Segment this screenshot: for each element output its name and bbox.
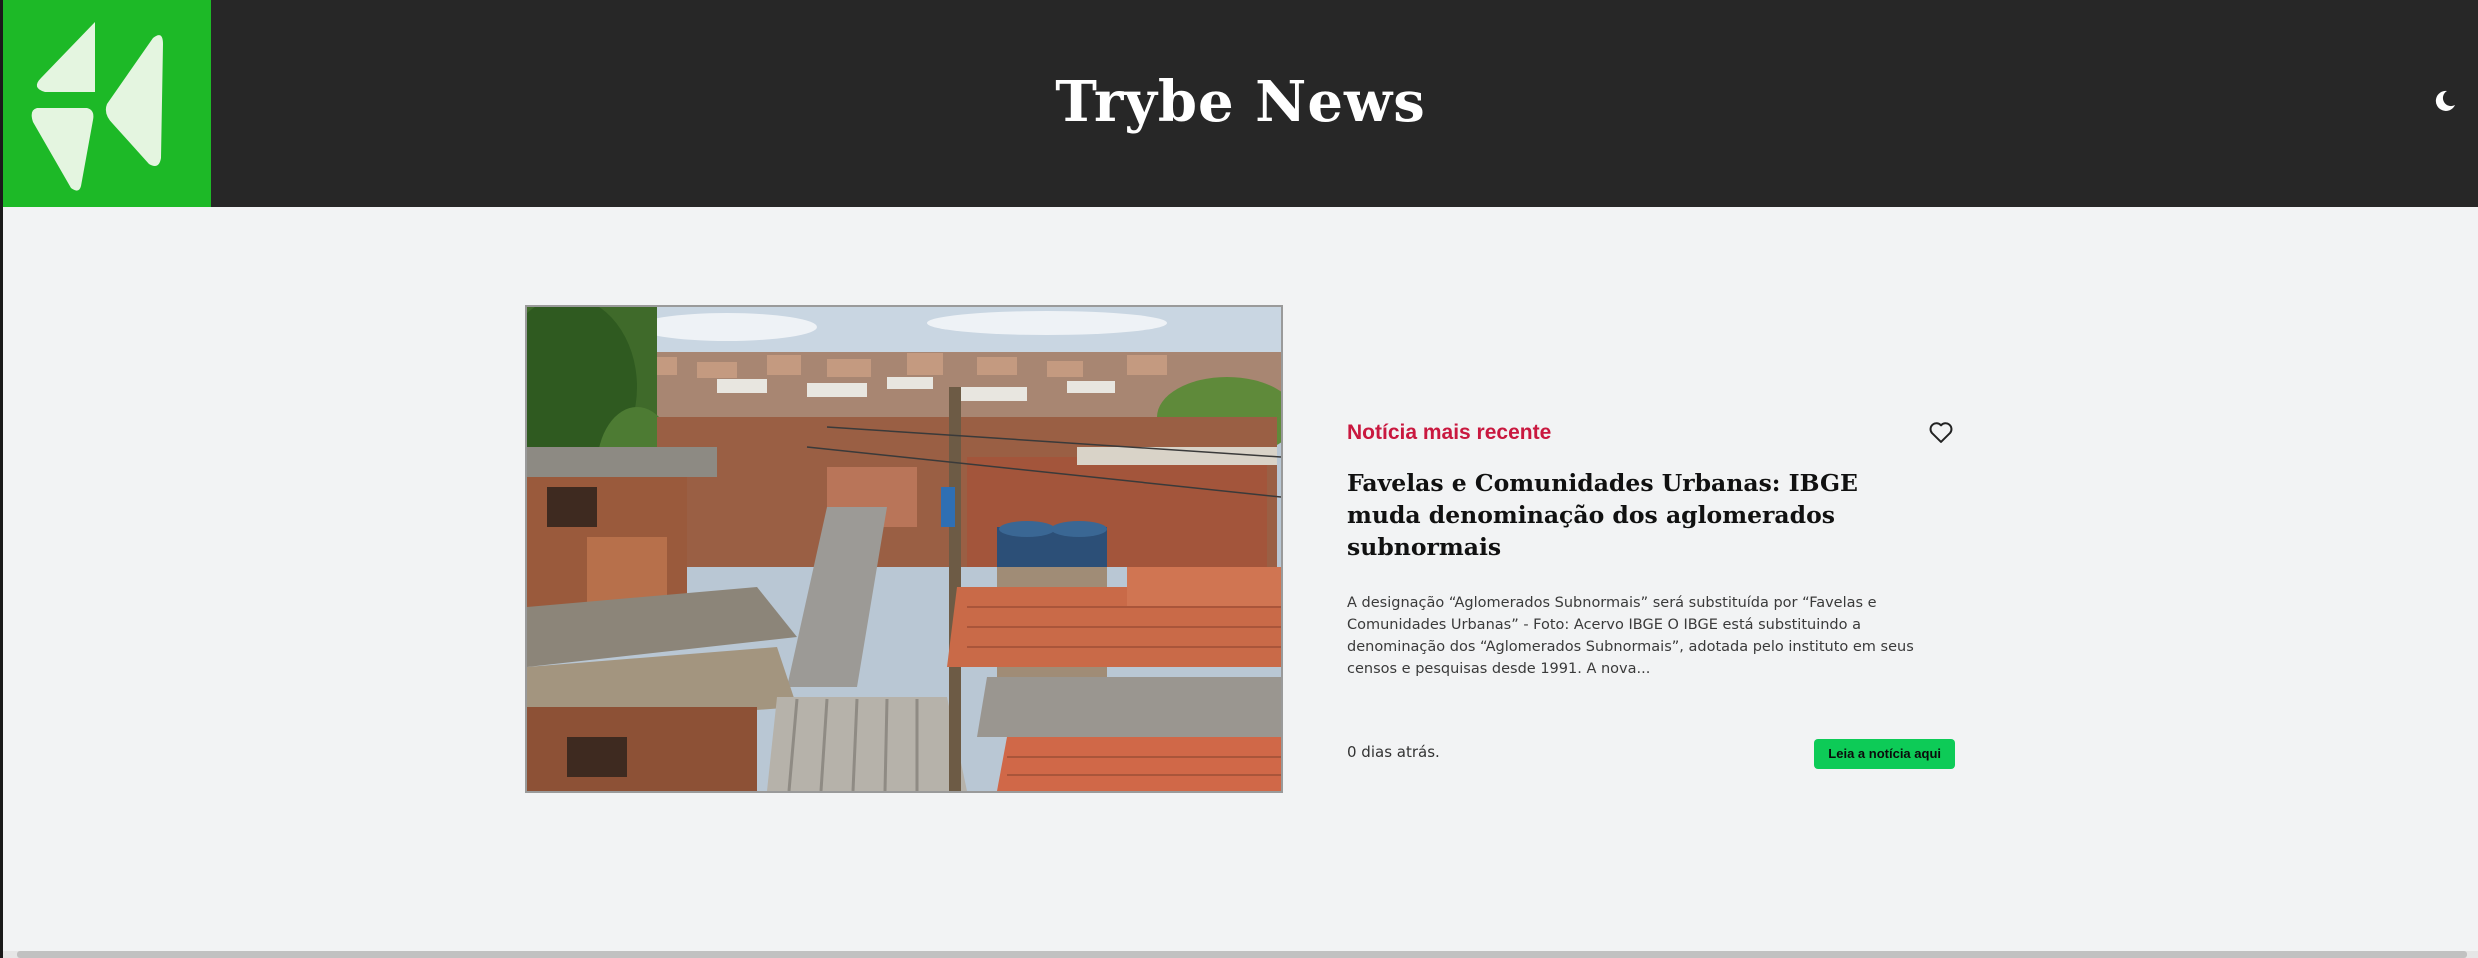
- site-title: Trybe News: [1055, 69, 1426, 135]
- heart-outline-icon: [1929, 422, 1953, 443]
- latest-news-tag: Notícia mais recente: [1347, 421, 1552, 444]
- read-news-button[interactable]: Leia a notícia aqui: [1814, 739, 1955, 769]
- site-header: Trybe News: [3, 0, 2478, 207]
- main-content: Notícia mais recente Favelas e Comunidad…: [3, 207, 2478, 952]
- scrollbar-thumb[interactable]: [17, 951, 2467, 958]
- moon-icon: [2435, 90, 2455, 111]
- news-summary: A designação “Aglomerados Subnormais” se…: [1347, 595, 1914, 677]
- news-image: [525, 305, 1283, 793]
- horizontal-scrollbar[interactable]: [3, 951, 2478, 958]
- news-date: 0 dias atrás.: [1347, 743, 1440, 761]
- favela-photo: [527, 307, 1281, 791]
- favorite-button[interactable]: [1927, 418, 1955, 446]
- news-info: Notícia mais recente Favelas e Comunidad…: [1347, 305, 1955, 793]
- theme-toggle-button[interactable]: [2428, 84, 2462, 118]
- news-headline: Favelas e Comunidades Urbanas: IBGE muda…: [1347, 469, 1858, 561]
- latest-news-card: Notícia mais recente Favelas e Comunidad…: [525, 305, 1955, 793]
